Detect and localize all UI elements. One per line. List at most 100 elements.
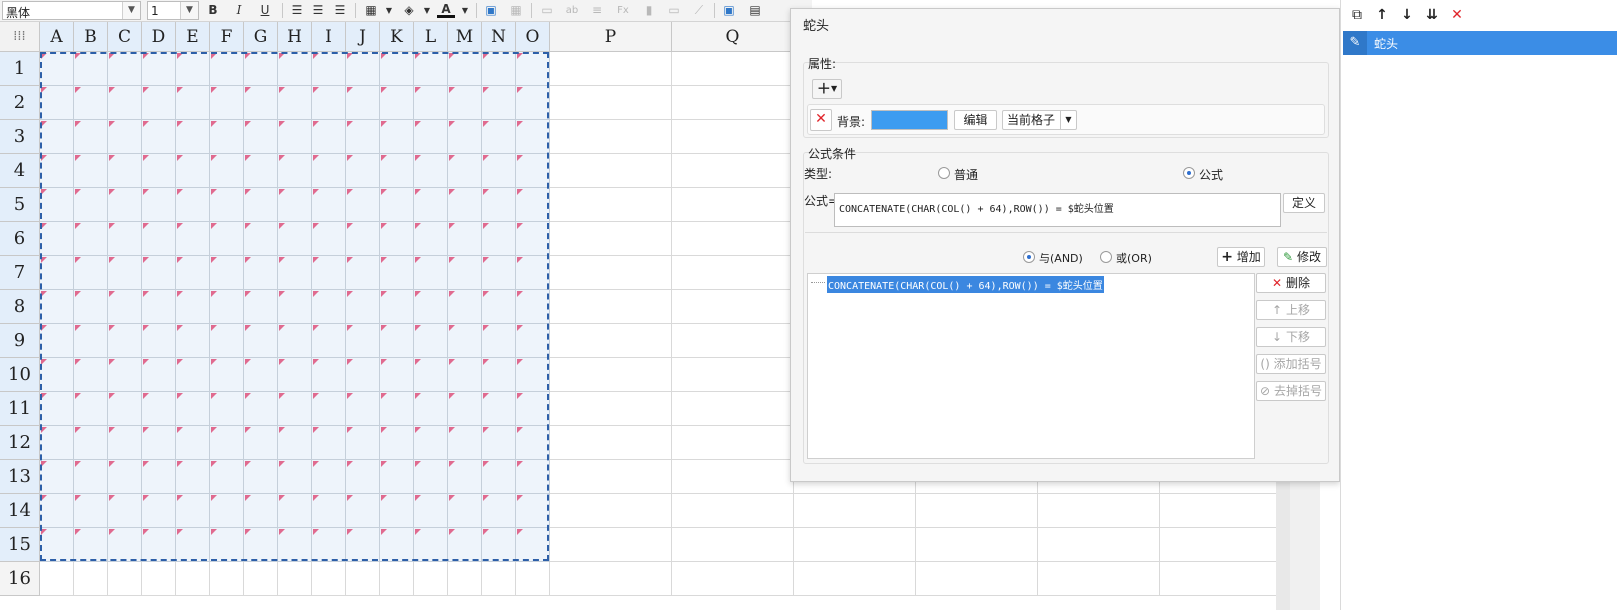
- formula-input[interactable]: CONCATENATE(CHAR(COL() + 64),ROW()) = $蛇…: [834, 193, 1281, 227]
- font-name-select[interactable]: 黑体 ▼: [2, 1, 141, 20]
- grid-cell[interactable]: [672, 120, 794, 154]
- grid-cell[interactable]: [672, 290, 794, 324]
- grid-cell[interactable]: [1038, 528, 1160, 562]
- column-header[interactable]: C: [108, 22, 142, 52]
- align-right-icon[interactable]: ☰: [331, 2, 349, 19]
- remove-background-button[interactable]: ✕: [810, 109, 832, 131]
- column-header[interactable]: B: [74, 22, 108, 52]
- grid-cell[interactable]: [550, 528, 672, 562]
- grid-cell[interactable]: [794, 494, 916, 528]
- grid-cell[interactable]: [142, 562, 176, 596]
- row-header[interactable]: 5: [0, 188, 40, 222]
- or-radio[interactable]: [1100, 251, 1112, 263]
- column-header[interactable]: F: [210, 22, 244, 52]
- row-header[interactable]: 8: [0, 290, 40, 324]
- column-header[interactable]: G: [244, 22, 278, 52]
- grid-cell[interactable]: [244, 562, 278, 596]
- grid-cell[interactable]: [672, 324, 794, 358]
- row-header[interactable]: 11: [0, 392, 40, 426]
- add-condition-button[interactable]: + 增加: [1217, 247, 1265, 267]
- grid-cell[interactable]: [448, 562, 482, 596]
- delete-condition-button[interactable]: ✕ 删除: [1256, 273, 1326, 293]
- define-button[interactable]: 定义: [1283, 193, 1325, 213]
- grid-cell[interactable]: [672, 358, 794, 392]
- underline-icon[interactable]: U: [256, 2, 274, 19]
- condition-list[interactable]: CONCATENATE(CHAR(COL() + 64),ROW()) = $蛇…: [807, 273, 1255, 459]
- grid-cell[interactable]: [794, 528, 916, 562]
- grid-cell[interactable]: [672, 256, 794, 290]
- insert-image-icon[interactable]: ▣: [482, 2, 500, 19]
- grid-cell[interactable]: [40, 562, 74, 596]
- row-header[interactable]: 7: [0, 256, 40, 290]
- column-header[interactable]: J: [346, 22, 380, 52]
- arrow-down-icon[interactable]: ↓: [1397, 5, 1417, 25]
- grid-cell[interactable]: [346, 562, 380, 596]
- sort-icon[interactable]: ⇊: [1422, 5, 1442, 25]
- column-header[interactable]: E: [176, 22, 210, 52]
- scope-select[interactable]: 当前格子 ▼: [1002, 110, 1077, 130]
- row-header[interactable]: 12: [0, 426, 40, 460]
- border-icon[interactable]: ▦: [362, 2, 380, 19]
- grid-cell[interactable]: [1160, 528, 1282, 562]
- grid-cell[interactable]: [550, 120, 672, 154]
- bold-icon[interactable]: B: [204, 2, 222, 19]
- grid-cell[interactable]: [672, 426, 794, 460]
- column-header[interactable]: Q: [672, 22, 794, 52]
- grid-cell[interactable]: [550, 256, 672, 290]
- font-color-icon[interactable]: A: [437, 2, 455, 18]
- grid-cell[interactable]: [1160, 562, 1282, 596]
- column-header[interactable]: A: [40, 22, 74, 52]
- grid-cell[interactable]: [672, 528, 794, 562]
- grid-cell[interactable]: [550, 290, 672, 324]
- move-up-button[interactable]: ↑ 上移: [1256, 300, 1326, 320]
- row-header[interactable]: 2: [0, 86, 40, 120]
- grid-cell[interactable]: [380, 562, 414, 596]
- grid-cell[interactable]: [176, 562, 210, 596]
- font-size-select[interactable]: 1 ▼: [147, 1, 199, 20]
- grid-cell[interactable]: [916, 494, 1038, 528]
- grid-cell[interactable]: [1160, 494, 1282, 528]
- grid-cell[interactable]: [672, 494, 794, 528]
- arrow-up-icon[interactable]: ↑: [1372, 5, 1392, 25]
- row-header[interactable]: 6: [0, 222, 40, 256]
- row-header[interactable]: 3: [0, 120, 40, 154]
- move-down-button[interactable]: ↓ 下移: [1256, 327, 1326, 347]
- column-header[interactable]: L: [414, 22, 448, 52]
- copy-icon[interactable]: ⧉: [1347, 5, 1367, 25]
- remove-bracket-button[interactable]: ⊘ 去掉括号: [1256, 381, 1326, 401]
- grid-cell[interactable]: [672, 86, 794, 120]
- modify-condition-button[interactable]: ✎ 修改: [1277, 247, 1327, 267]
- row-header[interactable]: 14: [0, 494, 40, 528]
- row-header[interactable]: 4: [0, 154, 40, 188]
- add-attribute-button[interactable]: +▼: [812, 79, 842, 99]
- row-header[interactable]: 9: [0, 324, 40, 358]
- add-bracket-button[interactable]: () 添加括号: [1256, 354, 1326, 374]
- grid-cell[interactable]: [550, 188, 672, 222]
- row-header[interactable]: 13: [0, 460, 40, 494]
- grid-cell[interactable]: [672, 392, 794, 426]
- column-header[interactable]: M: [448, 22, 482, 52]
- grid-cell[interactable]: [672, 52, 794, 86]
- align-center-icon[interactable]: ☰: [309, 2, 327, 19]
- grid-cell[interactable]: [794, 562, 916, 596]
- grid-cell[interactable]: [312, 562, 346, 596]
- chevron-down-icon[interactable]: ▼: [418, 2, 436, 19]
- row-header[interactable]: 16: [0, 562, 40, 596]
- grid-cell[interactable]: [550, 392, 672, 426]
- grid-cell[interactable]: [672, 222, 794, 256]
- sheet-icon[interactable]: ▤: [746, 2, 764, 19]
- grid-cell[interactable]: [550, 52, 672, 86]
- column-header[interactable]: I: [312, 22, 346, 52]
- column-header[interactable]: P: [550, 22, 672, 52]
- grid-cell[interactable]: [672, 460, 794, 494]
- condition-attribute-item[interactable]: ✎ 蛇头: [1343, 31, 1617, 55]
- type-formula-radio[interactable]: [1183, 167, 1195, 179]
- condition-item[interactable]: CONCATENATE(CHAR(COL() + 64),ROW()) = $蛇…: [827, 276, 1104, 293]
- grid-cell[interactable]: [414, 562, 448, 596]
- delete-icon[interactable]: ✕: [1447, 5, 1467, 25]
- grid-cell[interactable]: [210, 562, 244, 596]
- row-header[interactable]: 15: [0, 528, 40, 562]
- grid-cell[interactable]: [278, 562, 312, 596]
- column-header[interactable]: N: [482, 22, 516, 52]
- row-header[interactable]: 1: [0, 52, 40, 86]
